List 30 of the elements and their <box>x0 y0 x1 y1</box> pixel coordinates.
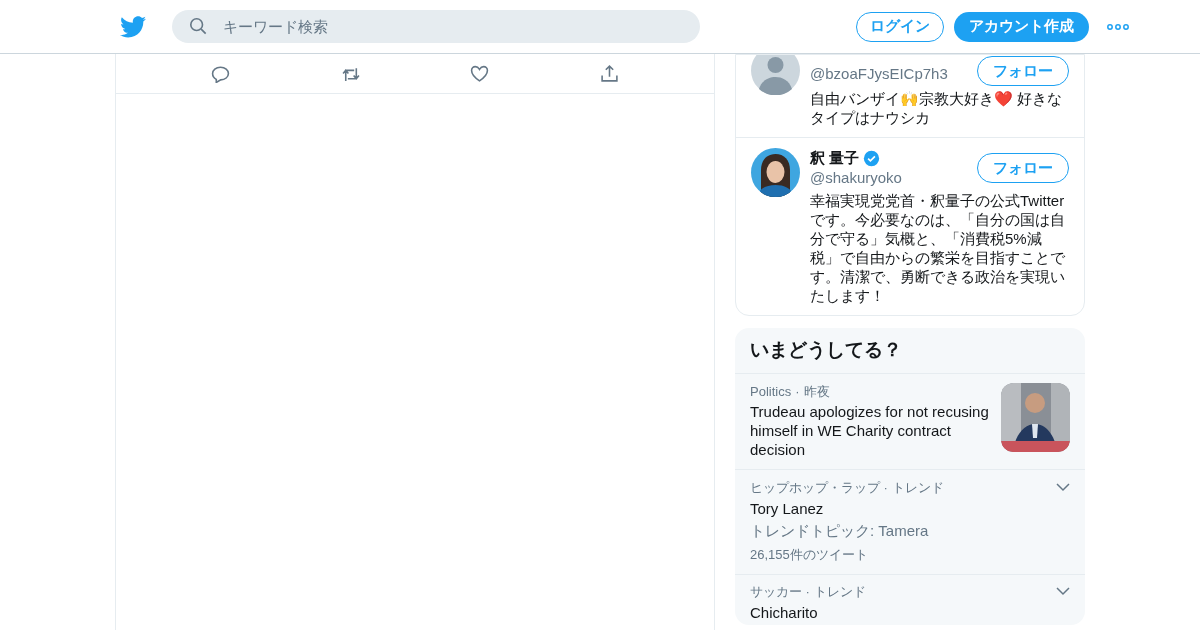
user-name[interactable]: 釈 量子 <box>810 148 860 168</box>
search-icon <box>189 17 207 35</box>
trend-topic: トレンドトピック: Tamera <box>750 520 930 541</box>
share-icon[interactable] <box>599 64 619 83</box>
more-icon[interactable] <box>1107 23 1129 30</box>
trend-category: Politics <box>750 382 792 401</box>
trends-title: いまどうしてる？ <box>735 328 1085 374</box>
trend-category: ヒップホップ・ラップ · トレンド <box>750 478 945 497</box>
trend-category: サッカー · トレンド <box>750 582 867 601</box>
trend-headline: Tory Lanez <box>750 498 825 519</box>
user-bio: 幸福実現党党首・釈量子の公式Twitterです。今必要なのは、「自分の国は自分で守る」気概と、「消費税5%減税」で自由からの繁栄を目指すことです。清潔で、勇断できる政治を実現いたします！ <box>810 191 1066 305</box>
trend-time: 昨夜 <box>803 382 830 401</box>
user-handle[interactable]: @bzoaFJysEICp7h3 <box>810 64 977 84</box>
search-field[interactable]: キーワード検索 <box>172 10 700 43</box>
trend-item[interactable]: サッカー · トレンド Chicharito <box>735 574 1085 625</box>
user-handle[interactable]: @shakuryoko <box>810 168 977 188</box>
trend-headline: Chicharito <box>750 602 819 623</box>
avatar-icon[interactable] <box>751 55 800 95</box>
chevron-down-icon[interactable] <box>1056 586 1070 596</box>
signup-button[interactable]: アカウント作成 <box>954 11 1089 42</box>
bird-logo-icon[interactable] <box>120 15 146 38</box>
trend-item[interactable]: Politics · 昨夜 Trudeau apologizes for not recusing himself in WE Charity contract decision <box>735 373 1085 470</box>
trend-headline: Trudeau apologizes for not recusing himself in WE Charity contract decision <box>750 401 990 459</box>
reply-icon[interactable] <box>211 64 231 83</box>
trend-item[interactable]: ヒップホップ・ラップ · トレンド Tory Lanez トレンドトピック: Tamera 26,155件のツイート <box>735 469 1085 575</box>
tweet-count: 26,155件のツイート <box>750 545 869 564</box>
heart-icon[interactable] <box>470 64 490 83</box>
trend-separator: · <box>795 382 800 401</box>
chevron-down-icon[interactable] <box>1056 482 1070 492</box>
user-bio: 自由バンザイ🙌宗教大好き❤ 好きなタイプはナウシカ <box>810 89 1064 127</box>
